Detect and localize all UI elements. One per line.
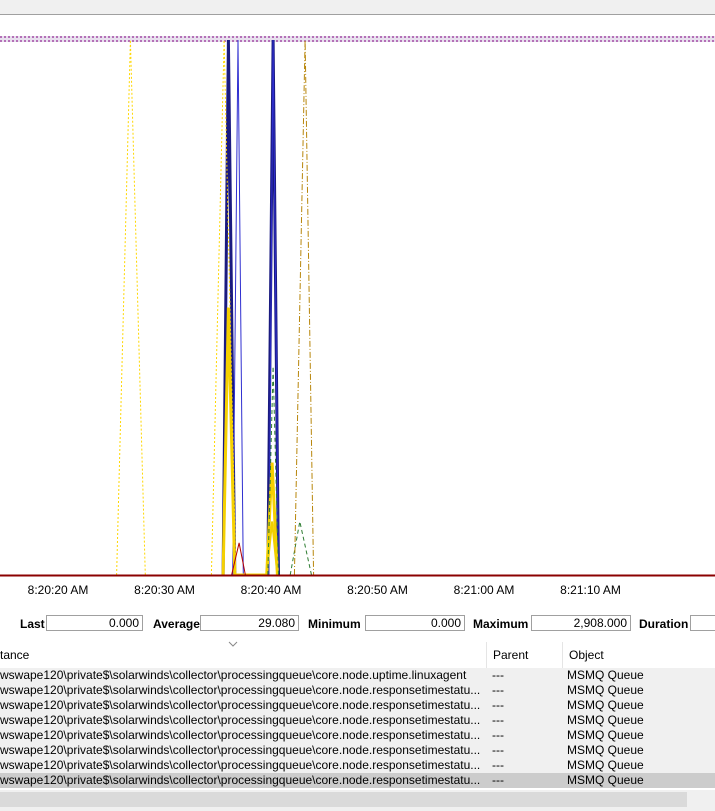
column-divider[interactable] — [562, 642, 563, 668]
instance-cell: wswape120\private$\solarwinds\collector\… — [0, 728, 481, 742]
object-cell: MSMQ Queue — [567, 743, 644, 757]
table-row[interactable]: wswape120\private$\solarwinds\collector\… — [0, 668, 715, 683]
object-cell: MSMQ Queue — [567, 758, 644, 772]
statistics-bar: Last 0.000 Average 29.080 Minimum 0.000 … — [0, 611, 715, 637]
object-cell: MSMQ Queue — [567, 668, 644, 682]
parent-cell: --- — [492, 713, 504, 727]
parent-cell: --- — [492, 698, 504, 712]
object-cell: MSMQ Queue — [567, 713, 644, 727]
average-label: Average — [153, 617, 200, 631]
performance-graph[interactable]: 8:20:20 AM 8:20:30 AM 8:20:40 AM 8:20:50 AM… — [0, 0, 715, 608]
parent-cell: --- — [492, 758, 504, 772]
parent-cell: --- — [492, 773, 504, 787]
series-line-9 — [293, 39, 315, 576]
series-line-5 — [116, 39, 146, 576]
duration-value-box — [690, 615, 715, 631]
table-row[interactable]: wswape120\private$\solarwinds\collector\… — [0, 713, 715, 728]
object-cell: MSMQ Queue — [567, 728, 644, 742]
series-line-8 — [289, 521, 312, 576]
table-row[interactable]: wswape120\private$\solarwinds\collector\… — [0, 683, 715, 698]
column-header-parent[interactable]: Parent — [493, 642, 528, 668]
last-value-box: 0.000 — [46, 615, 143, 631]
parent-cell: --- — [492, 668, 504, 682]
horizontal-scrollbar[interactable] — [0, 790, 715, 811]
minimum-label: Minimum — [308, 617, 361, 631]
instance-cell: wswape120\private$\solarwinds\collector\… — [0, 758, 481, 772]
last-label: Last — [20, 617, 45, 631]
instance-cell: wswape120\private$\solarwinds\collector\… — [0, 683, 481, 697]
column-divider[interactable] — [486, 642, 487, 668]
table-row[interactable]: wswape120\private$\solarwinds\collector\… — [0, 743, 715, 758]
chevron-down-icon[interactable] — [228, 641, 238, 649]
maximum-value-box: 2,908.000 — [531, 615, 631, 631]
maximum-label: Maximum — [473, 617, 529, 631]
instance-cell: wswape120\private$\solarwinds\collector\… — [0, 743, 481, 757]
parent-cell: --- — [492, 728, 504, 742]
x-tick-label: 8:20:40 AM — [241, 583, 302, 597]
x-tick-label: 8:21:10 AM — [560, 583, 621, 597]
x-tick-label: 8:21:00 AM — [454, 583, 515, 597]
column-header-instance[interactable]: tance — [0, 642, 29, 668]
object-cell: MSMQ Queue — [567, 683, 644, 697]
parent-cell: --- — [492, 683, 504, 697]
column-header-object[interactable]: Object — [569, 642, 604, 668]
duration-label: Duration — [639, 617, 689, 631]
parent-cell: --- — [492, 743, 504, 757]
scrollbar-thumb[interactable] — [0, 792, 687, 807]
table-row[interactable]: wswape120\private$\solarwinds\collector\… — [0, 698, 715, 713]
instance-cell: wswape120\private$\solarwinds\collector\… — [0, 668, 467, 682]
average-value-box: 29.080 — [200, 615, 299, 631]
x-tick-label: 8:20:20 AM — [28, 583, 89, 597]
instance-cell: wswape120\private$\solarwinds\collector\… — [0, 698, 481, 712]
object-cell: MSMQ Queue — [567, 698, 644, 712]
x-tick-label: 8:20:30 AM — [134, 583, 195, 597]
x-tick-label: 8:20:50 AM — [347, 583, 408, 597]
instance-cell: wswape120\private$\solarwinds\collector\… — [0, 713, 481, 727]
table-row[interactable]: wswape120\private$\solarwinds\collector\… — [0, 773, 715, 788]
table-row[interactable]: wswape120\private$\solarwinds\collector\… — [0, 758, 715, 773]
minimum-value-box: 0.000 — [365, 615, 465, 631]
instance-cell: wswape120\private$\solarwinds\collector\… — [0, 773, 481, 787]
counter-list[interactable]: tance Parent Object wswape120\private$\s… — [0, 641, 715, 811]
table-row[interactable]: wswape120\private$\solarwinds\collector\… — [0, 728, 715, 743]
object-cell: MSMQ Queue — [567, 773, 644, 787]
